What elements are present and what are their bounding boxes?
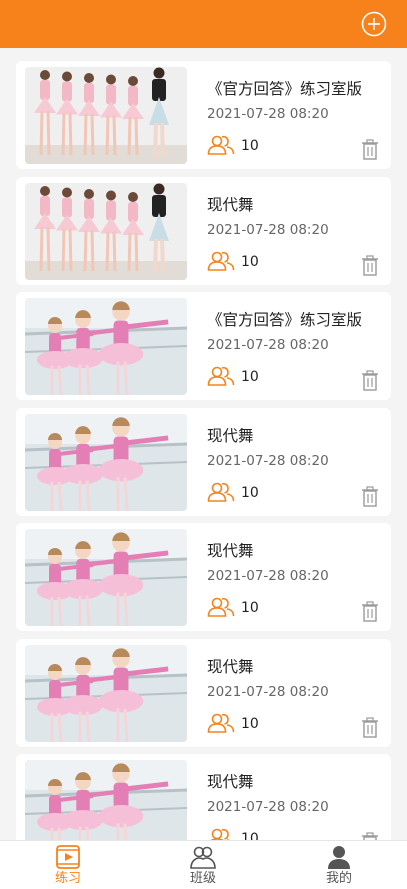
item-date: 2021-07-28 08:20 — [207, 799, 329, 815]
trash-icon[interactable] — [361, 254, 379, 276]
tab-class-label: 班级 — [189, 871, 216, 886]
trash-icon[interactable] — [361, 370, 379, 391]
tab-practice[interactable]: 练习 — [28, 841, 108, 889]
tab-class[interactable]: 班级 — [163, 841, 243, 889]
video-thumbnail[interactable] — [25, 298, 187, 395]
tab-mine[interactable]: 我的 — [299, 841, 379, 889]
item-date: 2021-07-28 08:20 — [207, 337, 329, 353]
participants-icon — [207, 713, 235, 733]
practice-item-card[interactable]: 现代舞 2021-07-28 08:20 10 — [16, 176, 391, 285]
tab-practice-label: 练习 — [54, 871, 81, 886]
plus-circle-icon[interactable] — [361, 11, 387, 37]
participant-count: 10 — [241, 369, 259, 385]
video-thumbnail[interactable] — [25, 760, 187, 840]
participant-count: 10 — [241, 831, 259, 840]
practice-item-card[interactable]: 现代舞 2021-07-28 08:20 10 — [16, 523, 391, 631]
participants-icon — [207, 251, 235, 271]
practice-item-card[interactable]: 《官方回答》练习室版 2021-07-28 08:20 10 — [16, 61, 391, 169]
trash-icon[interactable] — [361, 832, 379, 840]
item-date: 2021-07-28 08:20 — [207, 106, 329, 122]
item-title: 现代舞 — [207, 657, 254, 676]
item-date: 2021-07-28 08:20 — [207, 683, 329, 700]
practice-item-card[interactable]: 现代舞 2021-07-28 08:20 10 — [16, 638, 391, 747]
practice-item-card[interactable]: 现代舞 2021-07-28 08:20 10 — [16, 754, 391, 840]
bottom-tab-bar: 练习 班级 我的 — [0, 840, 407, 889]
video-thumbnail[interactable] — [25, 182, 187, 280]
video-thumbnail[interactable] — [25, 644, 187, 742]
video-thumbnail[interactable] — [25, 529, 187, 626]
participants-icon — [207, 482, 235, 502]
trash-icon[interactable] — [361, 485, 379, 507]
participant-count: 10 — [241, 484, 259, 501]
tab-mine-label: 我的 — [325, 871, 352, 886]
item-title: 现代舞 — [207, 542, 254, 560]
practice-item-card[interactable]: 现代舞 2021-07-28 08:20 10 — [16, 407, 391, 516]
practice-item-card[interactable]: 《官方回答》练习室版 2021-07-28 08:20 10 — [16, 292, 391, 400]
item-title: 现代舞 — [207, 195, 254, 214]
video-thumbnail[interactable] — [25, 67, 187, 164]
app-header — [0, 0, 407, 48]
trash-icon[interactable] — [361, 139, 379, 160]
item-title: 现代舞 — [207, 426, 254, 445]
participants-icon — [207, 366, 235, 386]
item-title: 《官方回答》练习室版 — [207, 80, 363, 98]
group-icon — [190, 846, 216, 869]
item-title: 《官方回答》练习室版 — [207, 311, 363, 329]
participants-icon — [210, 828, 230, 840]
participant-count: 10 — [241, 600, 259, 616]
video-thumbnail[interactable] — [25, 413, 187, 511]
participants-icon — [207, 597, 235, 617]
participants-icon — [207, 135, 235, 155]
participant-count: 10 — [241, 253, 259, 270]
person-icon — [328, 846, 350, 869]
item-date: 2021-07-28 08:20 — [207, 221, 329, 238]
item-title: 现代舞 — [207, 773, 254, 791]
practice-list[interactable]: 《官方回答》练习室版 2021-07-28 08:20 10 现代舞 2021-07-2… — [0, 48, 407, 840]
play-video-icon — [56, 845, 80, 869]
item-date: 2021-07-28 08:20 — [207, 452, 329, 469]
participant-count: 10 — [241, 138, 259, 154]
trash-icon[interactable] — [361, 716, 379, 738]
trash-icon[interactable] — [361, 601, 379, 622]
participant-count: 10 — [241, 715, 259, 732]
item-date: 2021-07-28 08:20 — [207, 568, 329, 584]
